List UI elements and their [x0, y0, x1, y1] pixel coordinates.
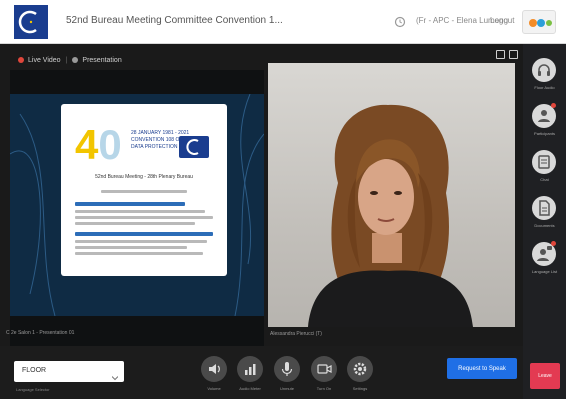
camera-control[interactable]: Turn On [309, 356, 339, 396]
notification-badge [551, 241, 556, 246]
speaker-caption: Alessandra Pierucci (T) [270, 331, 322, 337]
council-of-europe-logo [14, 5, 48, 39]
presentation-panel: 40 28 JANUARY 1981 - 2021 CONVENTION 108… [10, 70, 264, 346]
sidebar-item-language-list[interactable]: Language List [523, 241, 566, 280]
slide-section-heading [75, 232, 213, 236]
headset-icon [532, 58, 556, 82]
presenter-caption: C 2e Salon 1 - Presentation 01 [6, 330, 75, 336]
top-bar: 52nd Bureau Meeting Committee Convention… [0, 0, 566, 44]
slide-text-line [101, 190, 187, 193]
app-window: 52nd Bureau Meeting Committee Convention… [0, 0, 566, 399]
language-select-value: FLOOR [22, 367, 47, 374]
slide-heading: 52nd Bureau Meeting - 28th Plenary Burea… [95, 174, 193, 180]
speaker-icon [201, 356, 227, 382]
language-select[interactable]: FLOOR [14, 361, 124, 382]
tab-presentation[interactable]: Presentation [72, 57, 122, 64]
picture-in-picture-icon[interactable] [496, 50, 505, 59]
speaker-figure [308, 104, 473, 327]
slide-text-line [75, 252, 203, 255]
sidebar-item-floor-audio[interactable]: Floor Audio [523, 58, 566, 96]
sidebar-item-documents[interactable]: Documents [523, 196, 566, 234]
live-dot-icon [18, 57, 24, 63]
right-sidebar: Floor Audio Participants Chat Documents [523, 44, 566, 399]
microphone-icon [274, 356, 300, 382]
interprefy-logo [522, 10, 556, 34]
slide-coe-logo [179, 136, 209, 158]
slide-text-line [75, 210, 205, 213]
sidebar-item-participants[interactable]: Participants [523, 103, 566, 142]
chat-icon [532, 150, 556, 174]
notification-badge [551, 103, 556, 108]
audio-meter-control[interactable]: Audio Meter [235, 356, 265, 396]
tab-live-video[interactable]: Live Video [18, 57, 61, 64]
settings-control[interactable]: Settings [345, 356, 375, 396]
slide-anniversary-number: 40 [75, 121, 122, 168]
slide-content: 40 28 JANUARY 1981 - 2021 CONVENTION 108… [61, 104, 227, 276]
slide-section-heading [75, 202, 185, 206]
camera-icon [311, 356, 337, 382]
sidebar-item-chat[interactable]: Chat [523, 150, 566, 188]
slide-text-line [75, 246, 187, 249]
clock-icon [394, 15, 406, 28]
slide-text-line [75, 216, 213, 219]
main-stage: Live Video | Presentation 40 28 JANUARY 19… [0, 44, 523, 346]
bottom-control-bar: FLOOR Language Selector Volume Audio Met… [0, 346, 523, 399]
logout-link[interactable]: Logout [490, 16, 514, 25]
slide-text-line [75, 240, 207, 243]
signal-bars-icon [237, 356, 263, 382]
request-to-speak-button[interactable]: Request to Speak [447, 358, 517, 379]
fullscreen-icon[interactable] [509, 50, 518, 59]
stage-tabs: Live Video | Presentation [18, 57, 122, 64]
meeting-title: 52nd Bureau Meeting Committee Convention… [66, 15, 283, 26]
slide-text-line [75, 222, 195, 225]
chevron-down-icon [111, 368, 119, 381]
gear-icon [347, 356, 373, 382]
microphone-control[interactable]: Unmute [272, 356, 302, 396]
speaker-video [268, 63, 515, 327]
presentation-dot-icon [72, 57, 79, 63]
language-select-caption: Language Selector [16, 387, 50, 392]
presentation-slide: 40 28 JANUARY 1981 - 2021 CONVENTION 108… [10, 94, 264, 316]
document-icon [532, 196, 556, 220]
leave-button[interactable]: Leave [530, 363, 560, 389]
volume-control[interactable]: Volume [199, 356, 229, 396]
